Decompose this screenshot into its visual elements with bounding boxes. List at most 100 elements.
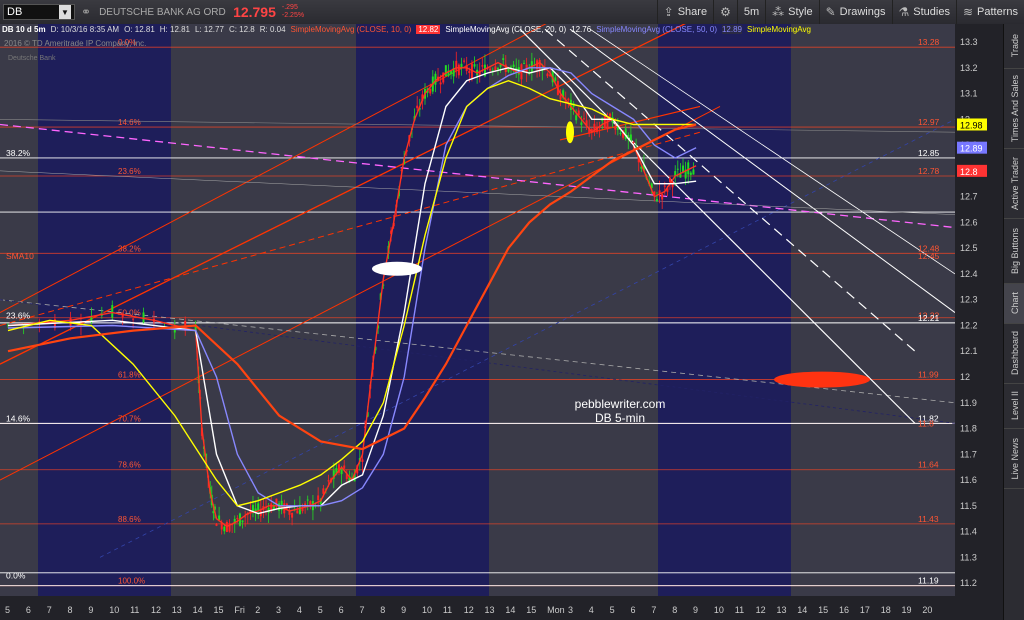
patterns-button[interactable]: ≋ Patterns [955,0,1024,24]
candle-body [580,122,583,125]
sidebar-tab-active-trader[interactable]: Active Trader [1004,149,1024,219]
interval-button[interactable]: 5m [736,0,765,24]
chevron-down-icon[interactable]: ▼ [59,5,71,19]
pencil-icon: ✎ [825,5,836,19]
right-level-label: 12.21 [918,313,940,323]
sma20-label: SimpleMovingAvg (CLOSE, 20, 0) [445,25,567,34]
candle-body [444,65,447,77]
candle-body [661,193,664,200]
sidebar-tab-big-buttons[interactable]: Big Buttons [1004,219,1024,284]
bar-high: H: 12.81 [159,25,191,34]
candle-body [567,98,570,101]
fib-label: 14.6% [118,118,141,127]
yellow-oval-marker [566,121,574,144]
style-icon: ⁂ [772,5,785,19]
sma50-value: 12.89 [721,25,743,34]
bar-close: C: 12.8 [228,25,255,34]
candle-body [296,510,299,514]
x-tick-label: Fri [234,605,245,615]
style-button[interactable]: ⁂ Style [765,0,818,24]
share-button[interactable]: ⇪ Share [656,0,713,24]
interval-label: 5m [743,6,760,18]
candle-body [481,65,484,67]
y-tick-label: 13.2 [960,63,978,73]
sidebar-tab-label: Big Buttons [1009,227,1020,275]
x-tick-label: 9 [401,605,406,615]
candle-body [215,523,218,526]
company-name: DEUTSCHE BANK AG ORD [99,6,226,18]
sidebar: Trade Times And Sales Active Trader Big … [1003,24,1024,620]
candle-body [416,105,419,109]
right-level-label: 12.97 [918,117,940,127]
x-tick-label: 19 [902,605,912,615]
sidebar-tab-trade[interactable]: Trade [1004,24,1024,69]
x-tick-label: 6 [26,605,31,615]
x-tick-label: 13 [172,605,182,615]
right-level-label: 12.85 [918,148,940,158]
candle-body [655,199,658,201]
sidebar-tab-chart[interactable]: Chart [1004,284,1024,324]
candle-body [111,305,114,318]
patterns-icon: ≋ [962,5,974,19]
candle-body [343,465,346,469]
sidebar-tab-live-news[interactable]: Live News [1004,429,1024,489]
last-price: 12.795 [233,4,276,20]
sidebar-tab-label: Times And Sales [1009,74,1020,143]
sidebar-tab-level-ii[interactable]: Level II [1004,384,1024,429]
y-tick-label: 11.6 [960,475,977,485]
candle-body [473,64,476,67]
candle-body [455,60,458,71]
x-tick-label: 15 [526,605,536,615]
annotation-line: pebblewriter.com [575,397,666,411]
settings-button[interactable]: ⚙ [713,0,737,24]
candle-body [361,459,364,462]
share-label: Share [677,6,708,18]
right-level-label: 11.8 [918,419,934,429]
candle-body [489,68,492,71]
candle-body [676,168,679,170]
copyright: 2016 © TD Ameritrade IP Company, Inc. [4,39,147,48]
x-tick-label: 11 [735,605,744,615]
fib-label: 78.6% [118,461,141,470]
candle-body [554,77,557,81]
sidebar-tab-label: Active Trader [1009,156,1020,211]
x-tick-label: 14 [505,605,515,615]
candle-body [236,517,239,520]
candle-body [306,499,309,501]
x-tick-label: 6 [631,605,636,615]
candle-body [632,141,635,143]
toolbar: DB ▼ ⚭ DEUTSCHE BANK AG ORD 12.795 -.295… [0,0,1024,25]
chart-title: DB 10 d 5m [2,25,46,34]
x-tick-label: 7 [359,605,364,615]
x-tick-label: 17 [860,605,870,615]
sidebar-tab-label: Dashboard [1009,331,1020,376]
sidebar-tab-dashboard[interactable]: Dashboard [1004,324,1024,384]
drawings-button[interactable]: ✎ Drawings [818,0,892,24]
bar-date: D: 10/3/16 8:35 AM [50,25,120,34]
sma10-label: SimpleMovingAvg (CLOSE, 10, 0) [290,25,412,34]
x-tick-label: 10 [714,605,724,615]
y-tick-label: 11.9 [960,398,977,408]
x-tick-label: 7 [47,605,52,615]
right-level-label: 12.45 [918,251,940,261]
link-icon[interactable]: ⚭ [81,5,91,19]
x-tick-label: 5 [610,605,615,615]
x-tick-label: 12 [464,605,474,615]
price-chart[interactable]: 0.0%14.6%23.6%38.2%50.0%61.8%70.7%78.6%8… [0,24,1003,620]
candle-body [512,64,515,68]
studies-button[interactable]: ⚗ Studies [891,0,956,24]
sidebar-tab-times-and-sales[interactable]: Times And Sales [1004,69,1024,149]
patterns-label: Patterns [977,6,1018,18]
sidebar-tab-label: Level II [1009,391,1020,421]
fib-label: 61.8% [118,371,141,380]
symbol-field[interactable]: DB ▼ [3,4,75,20]
x-tick-label: 9 [88,605,93,615]
x-tick-label: 8 [380,605,385,615]
x-tick-label: 15 [214,605,224,615]
change-percent: -2.25% [281,12,305,19]
right-level-label: 11.64 [918,460,939,470]
x-tick-label: 7 [651,605,656,615]
x-tick-label: Mon [547,605,565,615]
red-oval-marker [774,371,870,388]
x-tick-label: 3 [568,605,573,615]
